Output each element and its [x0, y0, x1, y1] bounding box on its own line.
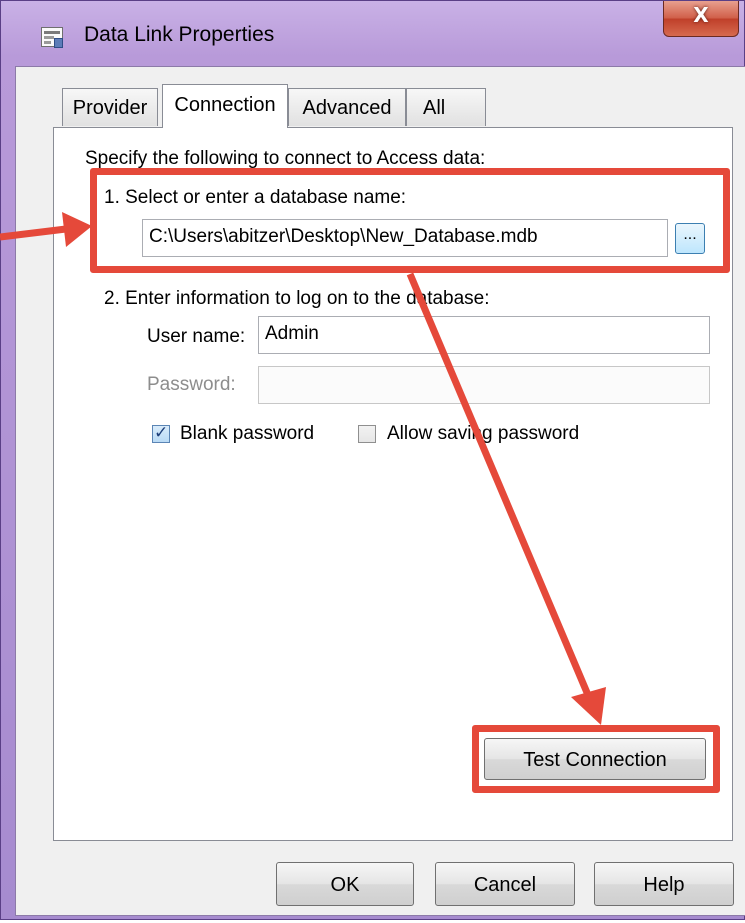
arrow-to-database-line — [0, 225, 67, 241]
arrow-to-test-connection-line — [406, 272, 592, 697]
arrowhead-right-icon — [62, 212, 92, 247]
arrowhead-down-icon — [571, 687, 606, 725]
annotation-arrows — [0, 212, 606, 725]
